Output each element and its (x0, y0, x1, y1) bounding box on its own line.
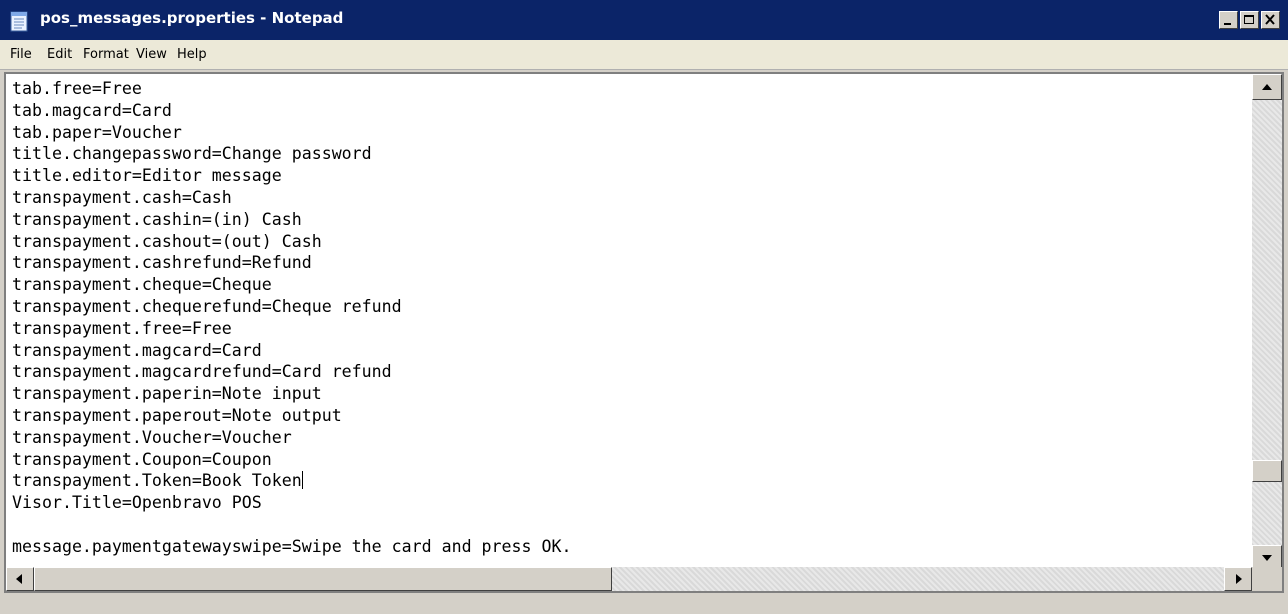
notepad-window: pos_messages.properties - Notepad File E… (0, 0, 1288, 614)
text-line[interactable] (12, 514, 631, 536)
scroll-right-button[interactable] (1224, 567, 1252, 591)
text-line[interactable]: title.changepassword=Change password (12, 143, 631, 165)
menu-format[interactable]: Format (83, 47, 129, 62)
arrow-right-icon (1236, 574, 1242, 584)
menu-help[interactable]: Help (177, 47, 207, 62)
vertical-scroll-thumb[interactable] (1252, 459, 1282, 482)
maximize-icon (1244, 15, 1254, 24)
menu-bar: File Edit Format View Help (0, 40, 1288, 70)
text-line[interactable]: transpayment.cashrefund=Refund (12, 252, 631, 274)
text-line[interactable]: title.editor=Editor message (12, 165, 631, 187)
close-button[interactable] (1261, 11, 1280, 29)
text-line[interactable]: transpayment.magcard=Card (12, 340, 631, 362)
horizontal-scroll-thumb[interactable] (34, 567, 612, 591)
minimize-icon (1224, 23, 1231, 25)
text-line[interactable]: message.paymentgatewayswipe=Swipe the ca… (12, 536, 631, 558)
text-line[interactable]: transpayment.free=Free (12, 318, 631, 340)
menu-file[interactable]: File (10, 47, 32, 62)
notepad-icon (10, 11, 28, 32)
text-line[interactable]: transpayment.cash=Cash (12, 187, 631, 209)
text-line[interactable]: transpayment.Token=Book Token (12, 470, 631, 492)
minimize-button[interactable] (1219, 11, 1238, 29)
editor-text[interactable]: tab.free=Free tab.magcard=Card tab.paper=V… (12, 78, 631, 591)
title-bar[interactable]: pos_messages.properties - Notepad (0, 0, 1288, 40)
maximize-button[interactable] (1240, 11, 1259, 29)
text-editor[interactable]: tab.free=Free tab.magcard=Card tab.paper=V… (4, 72, 1284, 593)
scrollbar-corner (1252, 567, 1282, 591)
text-line[interactable]: transpayment.cheque=Cheque (12, 274, 631, 296)
horizontal-scrollbar[interactable] (6, 567, 1252, 591)
text-line[interactable]: transpayment.paperout=Note output (12, 405, 631, 427)
scroll-up-button[interactable] (1252, 74, 1282, 100)
text-line[interactable]: transpayment.Voucher=Voucher (12, 427, 631, 449)
text-cursor (301, 471, 303, 490)
arrow-up-icon (1262, 84, 1272, 90)
text-line[interactable]: tab.magcard=Card (12, 100, 631, 122)
window-title: pos_messages.properties - Notepad (40, 9, 344, 27)
text-line[interactable]: transpayment.chequerefund=Cheque refund (12, 296, 631, 318)
text-line[interactable]: transpayment.Coupon=Coupon (12, 449, 631, 471)
text-line[interactable]: tab.paper=Voucher (12, 122, 631, 144)
text-line[interactable]: transpayment.cashout=(out) Cash (12, 231, 631, 253)
arrow-left-icon (16, 574, 22, 584)
vertical-scrollbar[interactable] (1252, 74, 1282, 571)
text-line[interactable]: tab.free=Free (12, 78, 631, 100)
text-line[interactable]: transpayment.paperin=Note input (12, 383, 631, 405)
close-icon (1265, 14, 1275, 25)
text-line[interactable]: transpayment.cashin=(in) Cash (12, 209, 631, 231)
scroll-left-button[interactable] (6, 567, 34, 591)
window-controls (1217, 11, 1280, 31)
menu-view[interactable]: View (136, 47, 167, 62)
text-line[interactable]: Visor.Title=Openbravo POS (12, 492, 631, 514)
text-line[interactable]: transpayment.magcardrefund=Card refund (12, 361, 631, 383)
menu-edit[interactable]: Edit (47, 47, 72, 62)
